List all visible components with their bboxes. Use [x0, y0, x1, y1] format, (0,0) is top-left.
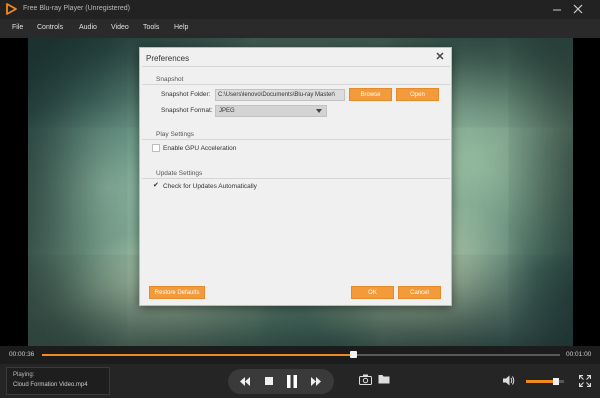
- volume-fill: [526, 380, 557, 383]
- snapshot-format-select[interactable]: JPEG: [215, 105, 327, 117]
- menu-audio[interactable]: Audio: [79, 24, 97, 31]
- check-updates-label: Check for Updates Automatically: [163, 183, 257, 190]
- dialog-title: Preferences: [146, 54, 190, 63]
- play-settings-section-label: Play Settings: [156, 131, 194, 138]
- volume-handle[interactable]: [553, 378, 560, 385]
- volume-slider[interactable]: [526, 378, 564, 385]
- snapshot-format-label: Snapshot Format:: [161, 107, 213, 114]
- progress-handle[interactable]: [349, 351, 357, 358]
- dialog-close-icon[interactable]: ✕: [435, 52, 445, 63]
- now-playing-file: Cloud Formation Video.mp4: [13, 382, 88, 388]
- browse-button[interactable]: Browse: [349, 88, 392, 101]
- update-settings-divider: [142, 178, 450, 179]
- ok-button[interactable]: OK: [351, 286, 394, 299]
- window-title: Free Blu-ray Player (Unregistered): [23, 5, 130, 12]
- open-button[interactable]: Open: [396, 88, 439, 101]
- snapshot-divider: [142, 84, 450, 85]
- snapshot-folder-label: Snapshot Folder:: [161, 91, 211, 98]
- menu-file[interactable]: File: [12, 24, 23, 31]
- gpu-acceleration-label: Enable GPU Acceleration: [163, 145, 237, 152]
- current-time: 00:00:36: [9, 351, 35, 358]
- snapshot-section-label: Snapshot: [156, 76, 184, 83]
- play-settings-divider: [142, 139, 450, 140]
- menu-bar: File Controls Audio Video Tools Help: [0, 19, 600, 38]
- now-playing-panel: Playing: Cloud Formation Video.mp4: [6, 367, 110, 395]
- control-bar: Playing: Cloud Formation Video.mp4: [0, 364, 600, 398]
- check-mark-icon[interactable]: ✔: [153, 182, 159, 190]
- snapshot-camera-icon[interactable]: [359, 374, 372, 385]
- cancel-button[interactable]: Cancel: [398, 286, 441, 299]
- snapshot-format-value: JPEG: [219, 108, 235, 114]
- stop-icon[interactable]: [265, 377, 273, 385]
- minimize-icon[interactable]: [551, 3, 563, 15]
- now-playing-label: Playing:: [13, 372, 35, 378]
- total-time: 00:01:00: [566, 351, 592, 358]
- fast-forward-icon[interactable]: [311, 377, 321, 386]
- menu-video[interactable]: Video: [111, 24, 129, 31]
- menu-help[interactable]: Help: [174, 24, 188, 31]
- open-folder-icon[interactable]: [378, 374, 390, 384]
- progress-fill: [42, 354, 353, 356]
- dropdown-arrow-icon: [316, 109, 322, 113]
- app-logo-icon: [6, 3, 17, 15]
- menu-tools[interactable]: Tools: [143, 24, 159, 31]
- update-settings-section-label: Update Settings: [156, 170, 203, 177]
- close-window-icon[interactable]: [572, 3, 584, 15]
- preferences-dialog: Preferences ✕ Snapshot Snapshot Folder: …: [139, 47, 452, 306]
- progress-bar[interactable]: [42, 351, 560, 358]
- snapshot-folder-field[interactable]: C:\Users\lenovo\Documents\Blu-ray Master…: [215, 89, 345, 101]
- restore-defaults-button[interactable]: Restore Defaults: [149, 286, 205, 299]
- fullscreen-icon[interactable]: [579, 375, 591, 387]
- progress-row: 00:00:36 00:01:00: [0, 346, 600, 364]
- title-bar: Free Blu-ray Player (Unregistered): [0, 0, 600, 19]
- rewind-icon[interactable]: [240, 377, 250, 386]
- volume-icon[interactable]: [503, 375, 515, 386]
- transport-controls: [228, 369, 334, 394]
- menu-controls[interactable]: Controls: [37, 24, 63, 31]
- gpu-acceleration-checkbox[interactable]: [152, 144, 160, 152]
- dialog-title-divider: [142, 66, 450, 67]
- pause-icon[interactable]: [287, 375, 297, 388]
